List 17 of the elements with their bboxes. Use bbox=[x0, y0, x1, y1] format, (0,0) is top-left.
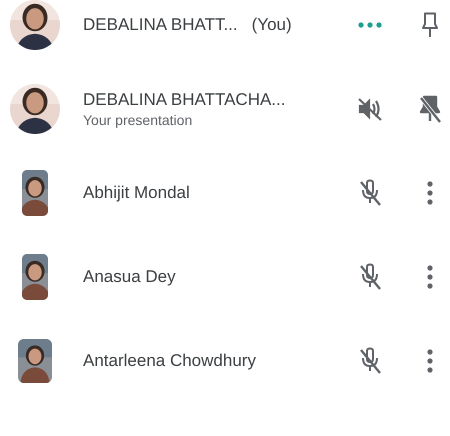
more-options-icon[interactable] bbox=[358, 22, 382, 28]
participant-name: DEBALINA BHATTACHA... bbox=[83, 90, 286, 110]
pin-off-icon[interactable] bbox=[419, 95, 441, 123]
you-label: (You) bbox=[252, 15, 292, 35]
mic-off-icon[interactable] bbox=[358, 347, 382, 375]
mic-off-icon[interactable] bbox=[358, 179, 382, 207]
participant-name: Antarleena Chowdhury bbox=[83, 351, 256, 371]
pin-icon[interactable] bbox=[422, 12, 438, 38]
participant-name: Abhijit Mondal bbox=[83, 183, 190, 203]
speaker-muted-icon[interactable] bbox=[357, 96, 383, 122]
presentation-label: Your presentation bbox=[83, 112, 194, 128]
more-options-icon[interactable] bbox=[427, 181, 433, 205]
mic-off-icon[interactable] bbox=[358, 263, 382, 291]
more-options-icon[interactable] bbox=[427, 265, 433, 289]
participant-name: DEBALINA BHATT... bbox=[83, 15, 238, 35]
participant-name: Anasua Dey bbox=[83, 267, 176, 287]
more-options-icon[interactable] bbox=[427, 349, 433, 373]
